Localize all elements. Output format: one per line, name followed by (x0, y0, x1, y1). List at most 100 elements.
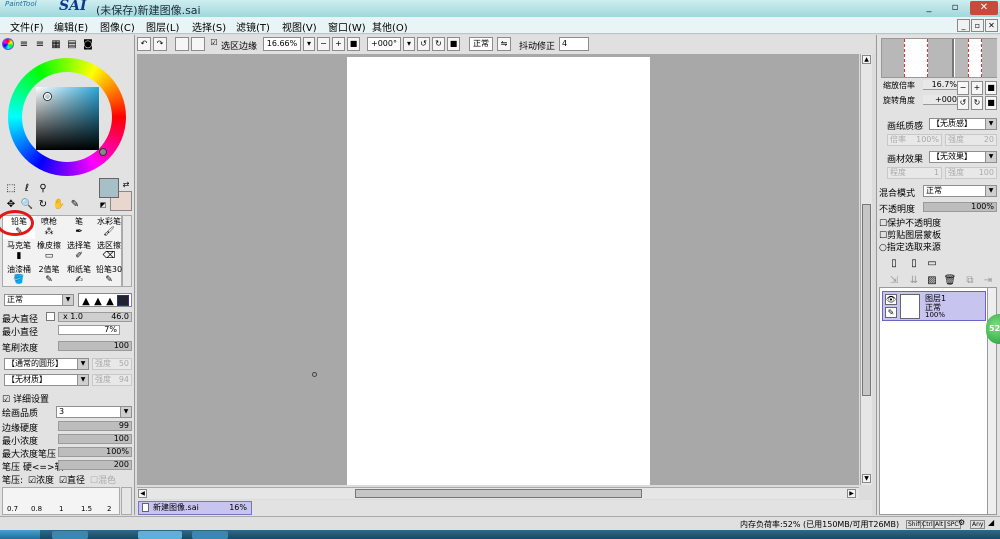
canvas-paper[interactable] (347, 57, 650, 485)
brush-tool-4[interactable]: 马克笔 ▮ (3, 240, 35, 263)
hard-edge-icon[interactable]: ▲ (105, 296, 115, 307)
layer-pen-icon[interactable]: ✎ (885, 307, 897, 318)
brush-tool-10[interactable]: 和纸笔 ✍ (63, 264, 95, 287)
swatches-tab-icon[interactable]: ▤ (66, 38, 78, 50)
rotate-left-button[interactable]: ↺ (417, 37, 430, 51)
nav-zoom-in-button[interactable]: + (971, 81, 983, 95)
nav-zoom-value[interactable]: 16.7% (923, 80, 957, 90)
hue-picker-handle[interactable] (99, 148, 107, 156)
brush-tool-2[interactable]: 笔 ✒ (63, 216, 95, 239)
scroll-up-button[interactable]: ▲ (862, 55, 871, 64)
max-size-checkbox[interactable] (46, 312, 55, 321)
min-size-slider[interactable]: 7% (58, 325, 120, 335)
delete-layer-icon[interactable]: 🗑 (943, 273, 957, 287)
rotate-right-button[interactable]: ↻ (432, 37, 445, 51)
size-preset-1[interactable]: 0.8 (31, 505, 42, 513)
blend-mode-select[interactable]: 正常 ▼ (923, 185, 997, 197)
selection-source-radio[interactable]: ○ (879, 243, 887, 253)
brush-tool-3[interactable]: 水彩笔 🖌 (93, 216, 125, 239)
close-button[interactable]: ✕ (970, 1, 998, 15)
taskbar-item-1[interactable] (138, 531, 182, 539)
taskbar-item-0[interactable] (52, 531, 88, 539)
magic-wand-icon[interactable]: ⚲ (36, 181, 50, 195)
menu-image[interactable]: 图像(C) (100, 19, 135, 34)
vertical-scroll-thumb[interactable] (862, 204, 871, 396)
nav-rotate-reset-button[interactable]: ■ (985, 96, 997, 110)
undo-button[interactable]: ↶ (137, 37, 151, 51)
document-tab[interactable]: 新建图像.sai 16% (138, 501, 252, 515)
new-folder-icon[interactable]: ▭ (925, 256, 939, 270)
deselect-button[interactable] (175, 37, 189, 51)
color-wheel-tab-icon[interactable] (2, 38, 14, 50)
new-linework-layer-icon[interactable]: ▯ (907, 256, 921, 270)
mdi-minimize-button[interactable]: _ (957, 19, 970, 32)
pressure-blend-checkbox[interactable]: ☐ (90, 476, 98, 486)
nav-rotate-right-button[interactable]: ↻ (971, 96, 983, 110)
move-icon[interactable]: ✥ (4, 197, 18, 211)
gear-icon[interactable]: ⚙ (958, 518, 965, 527)
stabilizer-field[interactable]: 4 (559, 37, 589, 51)
brush-tool-8[interactable]: 油漆桶 🪣 (3, 264, 35, 287)
foreground-color-swatch[interactable] (99, 178, 119, 198)
paper-strength-field[interactable]: 强度 20 (945, 134, 997, 146)
layer-row[interactable]: 👁 ✎ 图层1 正常 100% (882, 291, 986, 321)
zoom-field[interactable]: 16.66% (263, 37, 301, 51)
brush-shape-select[interactable]: 【通常的圆形】 ▼ (4, 358, 89, 370)
scroll-left-button[interactable]: ◀ (138, 489, 147, 498)
zoom-icon[interactable]: 🔍 (20, 197, 34, 211)
zoom-out-button[interactable]: − (317, 37, 330, 51)
quality-select[interactable]: 3 ▼ (56, 406, 132, 418)
menu-select[interactable]: 选择(S) (192, 19, 226, 34)
menu-layer[interactable]: 图层(L) (146, 19, 179, 34)
size-presets-scrollbar[interactable] (121, 487, 132, 515)
resize-grip-icon[interactable]: ◢ (988, 518, 994, 527)
hsv-slider-tab-icon[interactable]: ≡ (34, 38, 46, 50)
paper-mult-field[interactable]: 倍率 100% (887, 134, 942, 146)
reset-colors-icon[interactable]: ◩ (98, 200, 108, 210)
selection-edge-checkbox[interactable]: ☑ (209, 37, 219, 51)
details-checkbox[interactable]: ☑ (2, 395, 10, 405)
rotate-reset-button[interactable]: ■ (447, 37, 460, 51)
swap-colors-icon[interactable]: ⇄ (120, 178, 132, 190)
paper-texture-select[interactable]: 【无质感】 ▼ (929, 118, 997, 130)
nav-angle-value[interactable]: +000 (923, 95, 957, 105)
clear-layer-icon[interactable]: ▨ (925, 273, 939, 287)
pressure-size-checkbox[interactable]: ☑ (59, 476, 67, 486)
hand-icon[interactable]: ✋ (52, 197, 66, 211)
tool-grid-scrollbar[interactable] (122, 215, 132, 287)
pressure-density-checkbox[interactable]: ☑ (28, 476, 36, 486)
lasso-icon[interactable]: ℓ (20, 181, 34, 195)
menu-other[interactable]: 其他(O) (372, 19, 408, 34)
texture-intensity-field[interactable]: 强度 94 (92, 374, 132, 386)
zoom-dropdown[interactable]: ▾ (303, 37, 315, 51)
color-wheel[interactable] (8, 58, 126, 176)
brush-blend-mode-select[interactable]: 正常 ▼ (4, 294, 74, 306)
size-preset-0[interactable]: 0.7 (7, 505, 18, 513)
menu-edit[interactable]: 编辑(E) (54, 19, 88, 34)
visibility-eye-icon[interactable]: 👁 (885, 294, 897, 305)
taskbar-item-2[interactable] (192, 531, 228, 539)
menu-window[interactable]: 窗口(W) (328, 19, 366, 34)
size-preset-4[interactable]: 2 (107, 505, 111, 513)
horizontal-scroll-thumb[interactable] (355, 489, 642, 498)
start-button[interactable] (0, 530, 40, 539)
nav-zoom-out-button[interactable]: − (957, 81, 969, 95)
brush-tool-11[interactable]: 铅笔30 ✎ (93, 264, 125, 287)
brush-tool-9[interactable]: 2值笔 ✎ (33, 264, 65, 287)
opacity-slider[interactable]: 100% (923, 202, 997, 212)
rotation-field[interactable]: +000° (367, 37, 401, 51)
sv-picker-handle[interactable] (44, 93, 51, 100)
brush-tool-1[interactable]: 喷枪 ⁂ (33, 216, 65, 239)
brush-tool-6[interactable]: 选择笔 ✐ (63, 240, 95, 263)
mdi-close-button[interactable]: ✕ (985, 19, 998, 32)
size-preset-3[interactable]: 1.5 (81, 505, 92, 513)
effect-select[interactable]: 【无效果】 ▼ (929, 151, 997, 163)
rgb-slider-tab-icon[interactable]: ≡ (18, 38, 30, 50)
menu-file[interactable]: 文件(F) (10, 19, 44, 34)
flat-edge-icon[interactable] (117, 295, 129, 306)
rotation-dropdown[interactable]: ▾ (403, 37, 415, 51)
effect-degree-field[interactable]: 程度 1 (887, 167, 942, 179)
max-density-pressure-slider[interactable]: 100% (58, 447, 132, 457)
new-layer-icon[interactable]: ▯ (887, 256, 901, 270)
canvas-vertical-scrollbar[interactable]: ▲ ▼ (860, 54, 872, 485)
